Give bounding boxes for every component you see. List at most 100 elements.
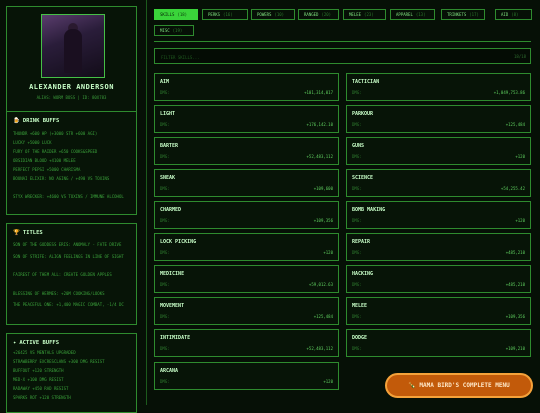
skill-name: LIGHT [160, 111, 176, 117]
sidebar: ALEXANDER ANDERSON ALIAS: WORM BOSS | ID… [0, 0, 147, 413]
skill-name: INTIMIDATE [160, 335, 191, 341]
skill-card[interactable]: REPAIR DMG: +485,210 [346, 233, 531, 261]
skill-value: +125,484 [505, 122, 525, 127]
buff-item: LUCKY +5000 LUCK [13, 140, 52, 145]
tab-aid[interactable]: AID (8) [495, 9, 532, 20]
skill-value: +485,210 [505, 250, 525, 255]
skill-card[interactable]: BARTER DMG: +52,483,112 [154, 137, 339, 165]
active-buff-item: SPARKS ROT +120 STRENGTH [13, 395, 71, 400]
skill-card[interactable]: CHARMED DMG: +109,356 [154, 201, 339, 229]
panel-title: ACTIVE BUFFS [19, 340, 60, 346]
skill-value: +120 [323, 250, 333, 255]
filter-bar: 18/18 [154, 48, 531, 64]
tab-powers[interactable]: POWERS (10) [251, 9, 295, 20]
skill-card[interactable]: SCIENCE DMG: +54,255.42 [346, 169, 531, 197]
skill-name: TACTICIAN [352, 79, 380, 85]
skill-card[interactable]: TACTICIAN DMG: +1,049,753.86 [346, 73, 531, 101]
skill-value: +52,483,112 [306, 346, 334, 351]
skill-name: MELEE [352, 303, 368, 309]
skill-value: +109,600 [313, 186, 333, 191]
skill-name: HACKING [352, 271, 374, 277]
skill-name: DODGE [352, 335, 368, 341]
panel-title: TITLES [22, 230, 43, 236]
buff-item: OBSIDIAN BLOOD +4100 MELEE [13, 158, 76, 163]
skill-name: SNEAK [160, 175, 176, 181]
skill-card[interactable]: SNEAK DMG: +109,600 [154, 169, 339, 197]
skill-value: +109,356 [505, 314, 525, 319]
profile-alias: ALIAS: WORM BOSS | ID: 80X783 [36, 95, 107, 100]
skill-value: +52,483,112 [306, 154, 334, 159]
buff-item: FURY OF THE RAIDER +650 COOKS&SPEED [13, 149, 98, 154]
dmg-label: DMG: [352, 346, 362, 351]
tab-skills[interactable]: SKILLS (18) [154, 9, 198, 20]
title-item: SON OF THE GODDESS ERIS: ANOMALY - FATE … [13, 242, 122, 247]
skill-name: GUNS [352, 143, 365, 149]
skill-value: +120 [515, 154, 525, 159]
skill-card[interactable]: LIGHT DMG: +176,142.10 [154, 105, 339, 133]
filter-count: 18/18 [513, 54, 526, 59]
profile-card: ALEXANDER ANDERSON ALIAS: WORM BOSS | ID… [6, 6, 137, 115]
skill-name: BOMB MAKING [352, 207, 386, 213]
skill-card[interactable]: INTIMIDATE DMG: +52,483,112 [154, 329, 339, 357]
active-buff-item: RADAWAY +450 RAD RESIST [13, 386, 69, 391]
skill-value: +176,142.10 [306, 122, 334, 127]
dmg-label: DMG: [160, 282, 170, 287]
skill-card[interactable]: PARKOUR DMG: +125,484 [346, 105, 531, 133]
skill-name: LOCK PICKING [160, 239, 197, 245]
dmg-label: DMG: [352, 218, 362, 223]
skill-card[interactable]: GUNS DMG: +120 [346, 137, 531, 165]
skill-card[interactable]: BOMB MAKING DMG: +120 [346, 201, 531, 229]
active-buff-item: BUFFOUT +120 STRENGTH [13, 368, 64, 373]
skill-value: +485,210 [505, 282, 525, 287]
skill-value: +59,012.63 [308, 282, 333, 287]
skill-value: +109,356 [313, 218, 333, 223]
bottle-icon: 🍾 [408, 382, 416, 389]
skill-card[interactable]: MOVEMENT DMG: +125,484 [154, 297, 339, 325]
menu-button-label: MAMA BIRD'S COMPLETE MENU [419, 382, 510, 389]
skill-card[interactable]: DODGE DMG: +109,210 [346, 329, 531, 357]
avatar [41, 14, 105, 78]
dmg-label: DMG: [352, 154, 362, 159]
skill-card[interactable]: MELEE DMG: +109,356 [346, 297, 531, 325]
title-item: SON OF STRIFE: ALIGN FEELINGS IN LINE OF… [13, 254, 124, 259]
skill-card[interactable]: ARCANA DMG: +120 [154, 362, 339, 390]
dmg-label: DMG: [352, 186, 362, 191]
tab-perks[interactable]: PERKS (16) [202, 9, 248, 20]
buff-item: BOUNAI ELIXIR: NO AGING / +490 VS TOXINS [13, 176, 110, 181]
skill-name: CHARMED [160, 207, 182, 213]
tab-apparel[interactable]: APPAREL (13) [390, 9, 435, 20]
dmg-label: DMG: [160, 154, 170, 159]
buff-item: STYX WRECKER: +4600 VS TOXINS / IMMUNE A… [13, 194, 124, 199]
skill-value: +101,314,017 [304, 90, 333, 95]
skill-card[interactable]: HACKING DMG: +485,210 [346, 265, 531, 293]
divider [154, 41, 531, 42]
tab-ranged[interactable]: RANGED (20) [298, 9, 339, 20]
dmg-label: DMG: [352, 122, 362, 127]
skill-filter-input[interactable] [159, 51, 463, 63]
skill-value: +109,210 [505, 346, 525, 351]
beer-mug-icon: 🍺 [13, 118, 20, 124]
tab-melee[interactable]: MELEE (23) [343, 9, 386, 20]
dmg-label: DMG: [160, 346, 170, 351]
dmg-label: DMG: [160, 90, 170, 95]
tab-misc[interactable]: MISC (19) [154, 25, 194, 36]
tab-trinkets[interactable]: TRINKETS (17) [441, 9, 485, 20]
skill-card[interactable]: MEDICINE DMG: +59,012.63 [154, 265, 339, 293]
skill-card[interactable]: LOCK PICKING DMG: +120 [154, 233, 339, 261]
complete-menu-button[interactable]: 🍾 MAMA BIRD'S COMPLETE MENU [385, 373, 533, 398]
dmg-label: DMG: [160, 314, 170, 319]
skill-name: PARKOUR [352, 111, 374, 117]
dmg-label: DMG: [352, 250, 362, 255]
skill-value: +54,255.42 [500, 186, 525, 191]
main-content: SKILLS (18) PERKS (16) POWERS (10) RANGED (2… [150, 0, 540, 405]
skill-card[interactable]: AIM DMG: +101,314,017 [154, 73, 339, 101]
sparkle-icon: ✦ [13, 340, 17, 346]
dmg-label: DMG: [160, 379, 170, 384]
skill-value: +120 [515, 218, 525, 223]
dmg-label: DMG: [160, 218, 170, 223]
dmg-label: DMG: [160, 250, 170, 255]
panel-title: DRINK BUFFS [22, 118, 60, 124]
dmg-label: DMG: [352, 314, 362, 319]
skill-value: +120 [323, 379, 333, 384]
buff-item: PERFECT PEPSI +5000 CHARISMA [13, 167, 81, 172]
